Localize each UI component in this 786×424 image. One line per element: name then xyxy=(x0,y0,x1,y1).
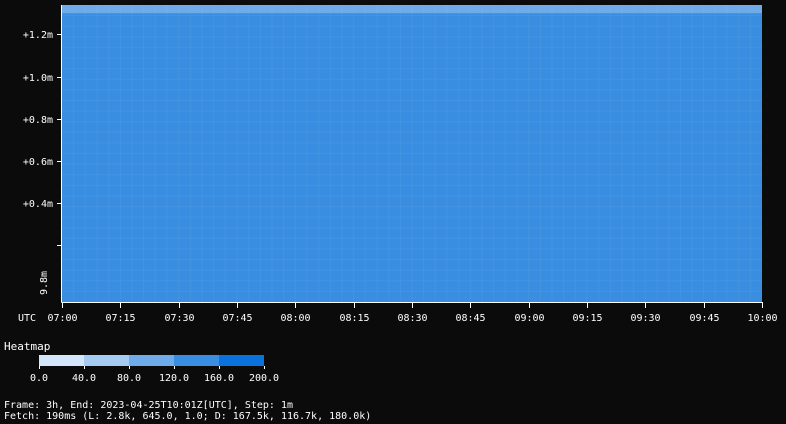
legend-tick-label-2: 80.0 xyxy=(117,373,141,384)
legend-swatch-0 xyxy=(39,355,84,366)
plot-area xyxy=(62,5,762,302)
y-tick-label-4: +0.4m xyxy=(23,199,53,210)
legend-swatch-1 xyxy=(84,355,129,366)
legend-tick-label-1: 40.0 xyxy=(72,373,96,384)
x-tick-label-11: 09:45 xyxy=(689,313,719,324)
legend-tick-label-4: 160.0 xyxy=(204,373,234,384)
legend-tick-label-5: 200.0 xyxy=(249,373,279,384)
x-tick-label-0: 07:00 xyxy=(47,313,77,324)
legend-swatch-3 xyxy=(174,355,219,366)
x-tick-label-2: 07:30 xyxy=(164,313,194,324)
x-tick-label-10: 09:30 xyxy=(630,313,660,324)
y-tick-label-1: +1.0m xyxy=(23,73,53,84)
legend-title: Heatmap xyxy=(4,340,51,353)
heatmap-chart: +1.2m +1.0m +0.8m +0.6m +0.4m 9.8m 07:00 07:15 0… xyxy=(18,5,778,384)
frame-info: Frame: 3h, End: 2023-04-25T10:01Z[UTC], … xyxy=(4,400,293,411)
legend-swatch-4 xyxy=(219,355,264,366)
x-tick-label-5: 08:15 xyxy=(339,313,369,324)
x-timezone-label: UTC xyxy=(18,313,36,324)
x-tick-label-3: 07:45 xyxy=(222,313,252,324)
legend-tick-label-3: 120.0 xyxy=(159,373,189,384)
x-tick-label-1: 07:15 xyxy=(105,313,135,324)
fetch-info: Fetch: 190ms (L: 2.8k, 645.0, 1.0; D: 16… xyxy=(4,411,372,422)
y-tick-label-2: +0.8m xyxy=(23,115,53,126)
x-tick-label-6: 08:30 xyxy=(397,313,427,324)
x-tick-label-8: 09:00 xyxy=(514,313,544,324)
x-tick-label-7: 08:45 xyxy=(455,313,485,324)
y-base-label: 9.8m xyxy=(39,271,50,295)
legend-swatch-2 xyxy=(129,355,174,366)
y-tick-label-3: +0.6m xyxy=(23,157,53,168)
legend-tick-label-0: 0.0 xyxy=(30,373,48,384)
x-tick-label-9: 09:15 xyxy=(572,313,602,324)
y-tick-label-0: +1.2m xyxy=(23,30,53,41)
x-tick-label-12: 10:00 xyxy=(747,313,777,324)
legend: 0.0 40.0 80.0 120.0 160.0 200.0 xyxy=(30,355,279,384)
x-tick-label-4: 08:00 xyxy=(280,313,310,324)
